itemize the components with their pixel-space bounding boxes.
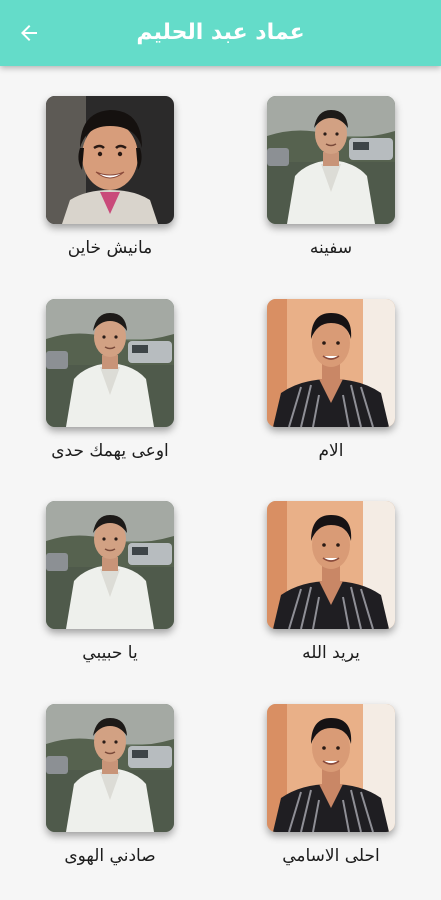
song-thumbnail[interactable] [267,299,395,427]
arrow-left-icon [21,25,37,41]
top-app-bar: عماد عبد الحليم [0,0,441,66]
song-card[interactable]: احلى الاسامي [241,674,421,866]
song-card[interactable]: الام [241,269,421,461]
song-thumbnail[interactable] [46,704,174,832]
song-title: صادني الهوى [64,846,156,866]
song-card[interactable]: اوعى يهمك حدى [20,269,200,461]
app-screen: عماد عبد الحليم سفينه مانيش خاين الام او… [0,0,441,900]
song-thumbnail[interactable] [46,96,174,224]
song-thumbnail[interactable] [267,704,395,832]
song-title: يا حبيبي [82,643,138,663]
song-thumbnail[interactable] [267,96,395,224]
song-card[interactable]: سفينه [241,66,421,258]
song-card[interactable]: صادني الهوى [20,674,200,866]
song-card[interactable]: يريد الله [241,471,421,663]
song-card[interactable]: يا حبيبي [20,471,200,663]
song-title: مانيش خاين [67,238,153,258]
song-title: الام [318,441,344,461]
song-title: اوعى يهمك حدى [51,441,169,461]
song-title: يريد الله [302,643,360,663]
page-title: عماد عبد الحليم [136,20,305,45]
back-button[interactable] [14,18,44,48]
song-title: سفينه [309,238,353,258]
song-thumbnail[interactable] [267,501,395,629]
song-card[interactable]: مانيش خاين [20,66,200,258]
song-title: احلى الاسامي [282,846,380,866]
song-thumbnail[interactable] [46,501,174,629]
song-thumbnail[interactable] [46,299,174,427]
